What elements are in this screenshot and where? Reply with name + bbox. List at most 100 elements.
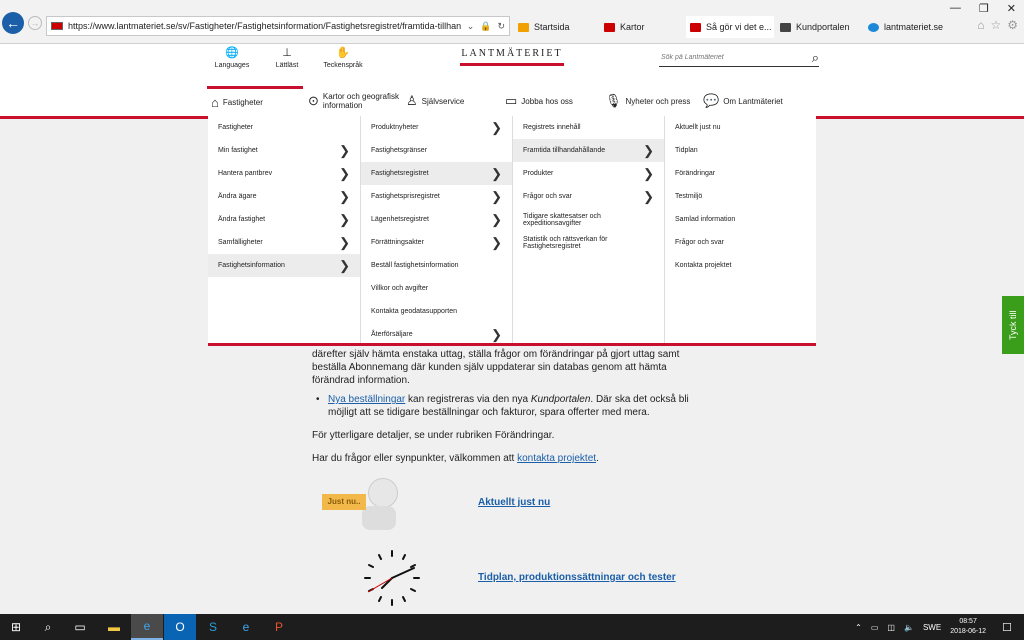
menu-item-label: Förändringar	[675, 170, 716, 177]
aktuellt-just-nu-link[interactable]: Aktuellt just nu	[478, 497, 550, 508]
lantmateriet-logo[interactable]: LANTMÄTERIET	[460, 48, 564, 66]
menu-item-label: Fastighetsinformation	[218, 262, 285, 269]
menu-item-label: Fastighetsprisregistret	[371, 193, 440, 200]
search-input[interactable]	[659, 54, 812, 61]
network-icon[interactable]: ◫	[887, 623, 895, 632]
menu-item[interactable]: Kontakta projektet	[665, 254, 816, 277]
language-indicator[interactable]: SWE	[923, 623, 941, 632]
refresh-icon[interactable]: ↻	[497, 21, 505, 32]
teckensprak-link[interactable]: ✋ Teckenspråk	[319, 46, 367, 69]
menu-item[interactable]: Aktuellt just nu	[665, 116, 816, 139]
taskbar-clock[interactable]: 08:57 2018-06-12	[950, 617, 986, 637]
back-arrow-icon[interactable]: ←	[2, 12, 24, 34]
menu-item[interactable]: Produktnyheter ❯	[361, 116, 512, 139]
maximize-icon[interactable]: ❐	[979, 2, 989, 15]
menu-item[interactable]: Tidplan	[665, 139, 816, 162]
menu-item[interactable]: Min fastighet ❯	[208, 139, 360, 162]
menu-item[interactable]: Fastighetsinformation ❯	[208, 254, 360, 277]
battery-icon[interactable]: ▭	[871, 623, 879, 632]
search-icon[interactable]: ⌕	[812, 50, 819, 66]
dropdown-icon[interactable]: ⌄	[467, 21, 475, 32]
menu-item[interactable]: Ändra ägare ❯	[208, 185, 360, 208]
task-view-icon[interactable]: ▭	[64, 614, 96, 640]
close-window-icon[interactable]: ✕	[1007, 2, 1016, 15]
nav-om[interactable]: 💬 Om Lantmäteriet	[703, 86, 803, 116]
forward-arrow-icon[interactable]: →	[28, 16, 42, 30]
menu-item[interactable]: Framtida tillhandahållande ❯	[513, 139, 664, 162]
nav-fastigheter[interactable]: ⌂ Fastigheter	[207, 86, 303, 116]
chevron-up-icon[interactable]: ⌃	[855, 623, 862, 632]
menu-item[interactable]: Testmiljö	[665, 185, 816, 208]
browser-toolbar-icons: ⌂ ☆ ⚙	[977, 18, 1018, 32]
logo-bar	[460, 63, 564, 66]
menu-item[interactable]: Förrättningsakter ❯	[361, 231, 512, 254]
tab-label: Startsida	[534, 22, 570, 32]
search-taskbar-icon[interactable]: ⌕	[32, 614, 64, 640]
minimize-icon[interactable]: —	[950, 2, 961, 15]
tab-kartor[interactable]: Kartor	[600, 16, 686, 38]
menu-item[interactable]: Villkor och avgifter	[361, 277, 512, 300]
languages-link[interactable]: 🌐 Languages	[208, 46, 256, 69]
file-explorer-icon[interactable]: ▬	[98, 614, 130, 640]
menu-item[interactable]: Återförsäljare ❯	[361, 323, 512, 346]
tab-kundportalen[interactable]: Kundportalen	[776, 16, 862, 38]
menu-item-label: Kontakta geodatasupporten	[371, 308, 458, 315]
menu-item[interactable]: Statistik och rättsverkan för Fastighets…	[513, 231, 664, 254]
nya-bestallningar-link[interactable]: Nya beställningar	[328, 394, 405, 405]
nav-sjalvservice[interactable]: ♙ Självservice	[406, 86, 496, 116]
menu-item[interactable]: Fastighetsprisregistret ❯	[361, 185, 512, 208]
edge-icon[interactable]: e	[230, 614, 262, 640]
menu-item[interactable]: Fastighetsregistret ❯	[361, 162, 512, 185]
kontakta-projektet-link[interactable]: kontakta projektet	[517, 453, 596, 464]
favorites-star-icon[interactable]: ☆	[990, 18, 1001, 32]
tab-startsida[interactable]: Startsida	[514, 16, 600, 38]
menu-item-label: Frågor och svar	[523, 193, 573, 200]
feedback-tab[interactable]: Tyck till	[1002, 296, 1024, 354]
address-bar[interactable]: https://www.lantmateriet.se/sv/Fastighet…	[46, 16, 510, 36]
nav-jobba[interactable]: ▭ Jobba hos oss	[505, 86, 600, 116]
paragraph-order-info: därefter själv hämta enstaka uttag, stäl…	[312, 349, 680, 386]
lattlast-link[interactable]: ⊥ Lättläst	[263, 46, 311, 69]
menu-item[interactable]: Tidigare skattesatser och expeditionsavg…	[513, 208, 664, 231]
windows-start-icon[interactable]: ⊞	[0, 614, 32, 640]
menu-item[interactable]: Lägenhetsregistret ❯	[361, 208, 512, 231]
powerpoint-icon[interactable]: P	[263, 614, 295, 640]
location-pin-icon: ⊙	[308, 93, 319, 108]
url-text[interactable]: https://www.lantmateriet.se/sv/Fastighet…	[68, 21, 461, 31]
internet-explorer-icon[interactable]: e	[131, 614, 163, 640]
tab-lantmateriet[interactable]: lantmateriet.se	[864, 16, 954, 38]
menu-item[interactable]: Samfälligheter ❯	[208, 231, 360, 254]
menu-item[interactable]: Registrets innehåll	[513, 116, 664, 139]
tab-active[interactable]: Så gör vi det e... ✕	[686, 16, 774, 38]
volume-icon[interactable]: 🔈	[904, 623, 914, 632]
menu-item[interactable]: Frågor och svar	[665, 231, 816, 254]
menu-item[interactable]: Hantera pantbrev ❯	[208, 162, 360, 185]
clock-icon	[364, 550, 420, 606]
chevron-right-icon: ❯	[491, 211, 502, 227]
chevron-right-icon: ❯	[491, 234, 502, 250]
menu-item[interactable]: Frågor och svar ❯	[513, 185, 664, 208]
tidplan-link[interactable]: Tidplan, produktionssättningar och teste…	[478, 572, 676, 583]
menu-item[interactable]: Produkter ❯	[513, 162, 664, 185]
menu-item[interactable]: Beställ fastighetsinformation	[361, 254, 512, 277]
menu-item[interactable]: Samlad information	[665, 208, 816, 231]
nav-kartor[interactable]: ⊙ Kartor och geografisk information	[308, 86, 408, 116]
outlook-icon[interactable]: O	[164, 614, 196, 640]
menu-item[interactable]: Fastigheter	[208, 116, 360, 139]
menu-column-2: Produktnyheter ❯ Fastighetsgränser Fastighe…	[360, 116, 512, 343]
chevron-right-icon: ❯	[339, 234, 350, 250]
menu-item[interactable]: Förändringar	[665, 162, 816, 185]
kundportalen-text: Kundportalen	[530, 394, 591, 405]
person-icon: ♙	[406, 93, 418, 108]
home-browser-icon[interactable]: ⌂	[977, 18, 984, 32]
nav-nyheter[interactable]: 🎙 Nyheter och press	[605, 86, 701, 116]
skype-icon[interactable]: S	[197, 614, 229, 640]
notifications-icon[interactable]: ☐	[1002, 621, 1012, 634]
menu-item-label: Hantera pantbrev	[218, 170, 273, 177]
menu-item[interactable]: Kontakta geodatasupporten	[361, 300, 512, 323]
menu-item[interactable]: Ändra fastighet ❯	[208, 208, 360, 231]
tab-label: lantmateriet.se	[884, 22, 944, 32]
nav-label: Självservice	[421, 96, 465, 106]
menu-item[interactable]: Fastighetsgränser	[361, 139, 512, 162]
settings-gear-icon[interactable]: ⚙	[1007, 18, 1018, 32]
